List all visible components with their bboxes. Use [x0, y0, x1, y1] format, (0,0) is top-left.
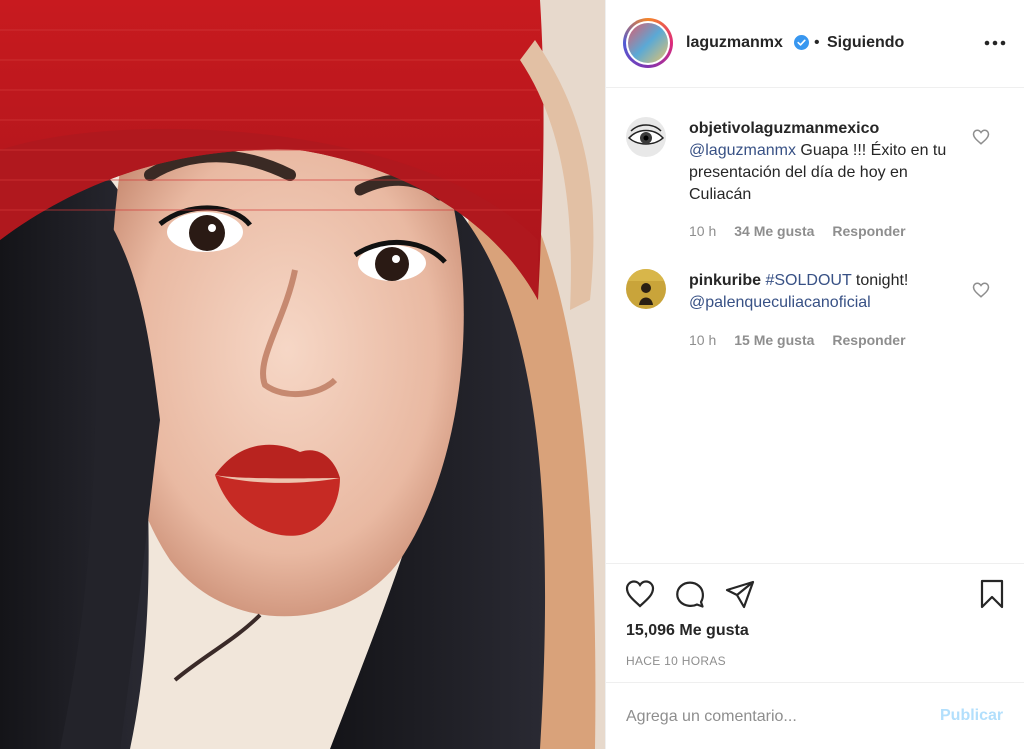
author-username[interactable]: laguzmanmx	[686, 34, 783, 52]
comment-item: pinkuribe #SOLDOUT tonight! @palenquecul…	[606, 241, 1024, 361]
instagram-post: laguzmanmx • Siguiendo objetivolaguzmanm…	[0, 0, 1024, 749]
post-time-ago[interactable]: HACE 10 HORAS	[626, 654, 726, 668]
following-button[interactable]: Siguiendo	[827, 34, 904, 52]
commenter-avatar[interactable]	[626, 117, 666, 157]
like-count[interactable]: 15,096 Me gusta	[626, 622, 749, 640]
ellipsis-icon[interactable]	[983, 33, 1007, 53]
paper-plane-icon[interactable]	[724, 578, 756, 610]
comment-reply-button[interactable]: Responder	[832, 332, 905, 348]
comment-meta: 10 h 15 Me gusta Responder	[689, 332, 906, 348]
comment-username[interactable]: objetivolaguzmanmexico	[689, 120, 879, 137]
comment-like-heart-icon[interactable]	[972, 281, 990, 299]
bookmark-icon[interactable]	[976, 578, 1008, 610]
author-avatar[interactable]	[623, 18, 673, 68]
comment-like-count[interactable]: 34 Me gusta	[734, 223, 814, 239]
selfie-illustration	[0, 0, 605, 749]
comment-item: objetivolaguzmanmexico @laguzmanmx Guapa…	[606, 89, 1024, 259]
header-separator: •	[814, 34, 820, 51]
comment-mention[interactable]: @laguzmanmx	[689, 142, 796, 159]
comment-like-count[interactable]: 15 Me gusta	[734, 332, 814, 348]
eye-avatar-icon	[626, 117, 666, 157]
speech-bubble-icon[interactable]	[674, 578, 706, 610]
commenter-avatar[interactable]	[626, 269, 666, 309]
add-comment-bar: Publicar	[606, 682, 1024, 749]
verified-badge-icon	[794, 35, 809, 50]
comment-time: 10 h	[689, 332, 717, 348]
publish-button[interactable]: Publicar	[940, 707, 1003, 725]
comment-time: 10 h	[689, 223, 717, 239]
comment-body: tonight!	[851, 272, 909, 289]
comment-like-heart-icon[interactable]	[972, 128, 990, 146]
comment-list: objetivolaguzmanmexico @laguzmanmx Guapa…	[606, 89, 1024, 563]
comment-text: pinkuribe #SOLDOUT tonight! @palenquecul…	[689, 270, 969, 314]
comment-hashtag[interactable]: #SOLDOUT	[765, 272, 851, 289]
post-side-panel: laguzmanmx • Siguiendo objetivolaguzmanm…	[605, 0, 1024, 749]
author-avatar-image	[628, 23, 668, 63]
comment-mention[interactable]: @palenqueculiacanoficial	[689, 294, 871, 311]
post-actions: 15,096 Me gusta HACE 10 HORAS	[606, 563, 1024, 681]
post-header: laguzmanmx • Siguiendo	[606, 0, 1024, 88]
comment-input[interactable]	[626, 703, 926, 731]
heart-outline-icon[interactable]	[624, 578, 656, 610]
post-photo[interactable]	[0, 0, 605, 749]
comment-username[interactable]: pinkuribe	[689, 272, 761, 289]
comment-text: objetivolaguzmanmexico @laguzmanmx Guapa…	[689, 118, 969, 206]
comment-reply-button[interactable]: Responder	[832, 223, 905, 239]
comment-meta: 10 h 34 Me gusta Responder	[689, 223, 906, 239]
user-photo-avatar-icon	[626, 269, 666, 309]
